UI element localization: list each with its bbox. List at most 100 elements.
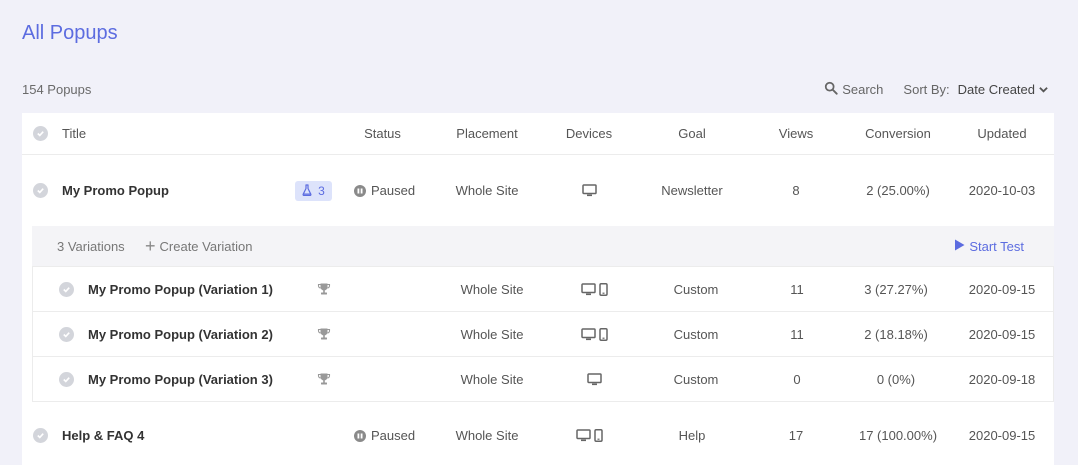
col-title[interactable]: Title [62,113,86,154]
row-checkbox[interactable] [59,357,74,401]
chevron-down-icon [1039,82,1048,97]
devices [554,312,634,356]
goal: Custom [673,281,719,297]
variations-header: 3 Variations + Create Variation Start Te… [32,226,1054,266]
variations-count-label: 3 Variations [57,238,125,254]
variation-row[interactable]: My Promo Popup (Variation 3) Whole Site … [32,356,1054,401]
goal: Help [678,428,706,443]
variation-row[interactable]: My Promo Popup (Variation 1) Whole Site … [32,266,1054,311]
sort-select[interactable]: Date Created [958,82,1048,97]
desktop-icon [580,327,596,341]
flask-icon [302,183,312,199]
desktop-icon [580,282,596,296]
row-checkbox[interactable] [33,413,48,458]
check-icon [59,326,74,342]
col-updated[interactable]: Updated [962,113,1042,154]
check-icon [33,126,48,141]
variation-title[interactable]: My Promo Popup (Variation 3) [88,357,273,401]
conversion: 3 (27.27%) [864,281,928,297]
desktop-icon [581,184,597,197]
devices [549,155,629,226]
popups-table: Title Status Placement Devices Goal View… [22,113,1054,465]
col-views[interactable]: Views [766,113,826,154]
row-title[interactable]: My Promo Popup [62,155,169,226]
mobile-icon [598,327,608,341]
devices [549,413,629,458]
goal: Custom [673,371,719,387]
variation-title[interactable]: My Promo Popup (Variation 2) [88,312,273,356]
views: 17 [788,428,804,443]
placement: Whole Site [460,326,524,342]
status-badge[interactable]: Paused [354,413,415,458]
devices [554,267,634,311]
sort-label: Sort By: [903,82,950,97]
variations-badge[interactable]: 3 [295,181,332,201]
pause-icon [354,184,366,197]
check-icon [59,281,74,297]
row-checkbox[interactable] [59,312,74,356]
col-status[interactable]: Status [342,113,423,154]
table-header: Title Status Placement Devices Goal View… [22,113,1054,155]
views: 11 [790,281,804,297]
table-row[interactable]: Help & FAQ 4 Paused Whole Site Help 17 1… [22,413,1054,458]
plus-icon: + [145,236,156,256]
check-icon [33,183,48,198]
variation-row[interactable]: My Promo Popup (Variation 2) Whole Site … [32,311,1054,356]
updated: 2020-09-15 [968,428,1036,443]
table-row[interactable]: My Promo Popup 3 Paused Whole Site Newsl… [22,155,1054,226]
variation-title[interactable]: My Promo Popup (Variation 1) [88,267,273,311]
col-goal[interactable]: Goal [642,113,742,154]
desktop-icon [586,372,602,386]
create-variation-button[interactable]: + Create Variation [145,226,253,266]
views: 11 [790,326,804,342]
conversion: 17 (100.00%) [858,428,938,443]
status-text: Paused [371,183,416,198]
search-icon [824,81,838,98]
views: 8 [792,183,800,198]
start-test-button[interactable]: Start Test [954,226,1024,266]
placement: Whole Site [455,428,519,443]
mobile-icon [598,282,608,296]
check-icon [59,371,74,387]
play-icon [954,239,965,254]
goal: Newsletter [661,183,723,198]
placement: Whole Site [455,183,519,198]
trophy-icon[interactable] [317,267,331,311]
sort-value: Date Created [957,82,1035,97]
check-icon [33,428,48,443]
toolbar: Search Sort By: Date Created [824,81,1048,98]
conversion: 2 (18.18%) [864,326,928,342]
devices [554,357,634,401]
trophy-icon[interactable] [317,312,331,356]
placement: Whole Site [460,281,524,297]
updated: 2020-09-15 [968,281,1036,297]
row-checkbox[interactable] [33,155,48,226]
updated: 2020-10-03 [968,183,1036,198]
conversion: 2 (25.00%) [866,183,930,198]
select-all-checkbox[interactable] [33,113,48,154]
trophy-icon[interactable] [317,357,331,401]
popup-count: 154 Popups [22,82,92,97]
search-label: Search [842,82,884,97]
col-conversion[interactable]: Conversion [852,113,944,154]
row-title[interactable]: Help & FAQ 4 [62,413,144,458]
updated: 2020-09-15 [968,326,1036,342]
row-checkbox[interactable] [59,267,74,311]
goal: Custom [673,326,719,342]
search-button[interactable]: Search [824,81,883,98]
updated: 2020-09-18 [968,371,1036,387]
create-variation-label: Create Variation [159,238,253,254]
conversion: 0 (0%) [876,371,916,387]
placement: Whole Site [460,371,524,387]
status-badge[interactable]: Paused [354,155,415,226]
pause-icon [354,429,366,442]
page-title: All Popups [22,22,118,44]
start-test-label: Start Test [969,238,1024,254]
variations-count: 3 [318,184,325,198]
mobile-icon [593,429,603,442]
views: 0 [793,371,801,387]
status-text: Paused [371,428,416,443]
col-devices[interactable]: Devices [549,113,629,154]
col-placement[interactable]: Placement [442,113,532,154]
desktop-icon [575,429,591,442]
